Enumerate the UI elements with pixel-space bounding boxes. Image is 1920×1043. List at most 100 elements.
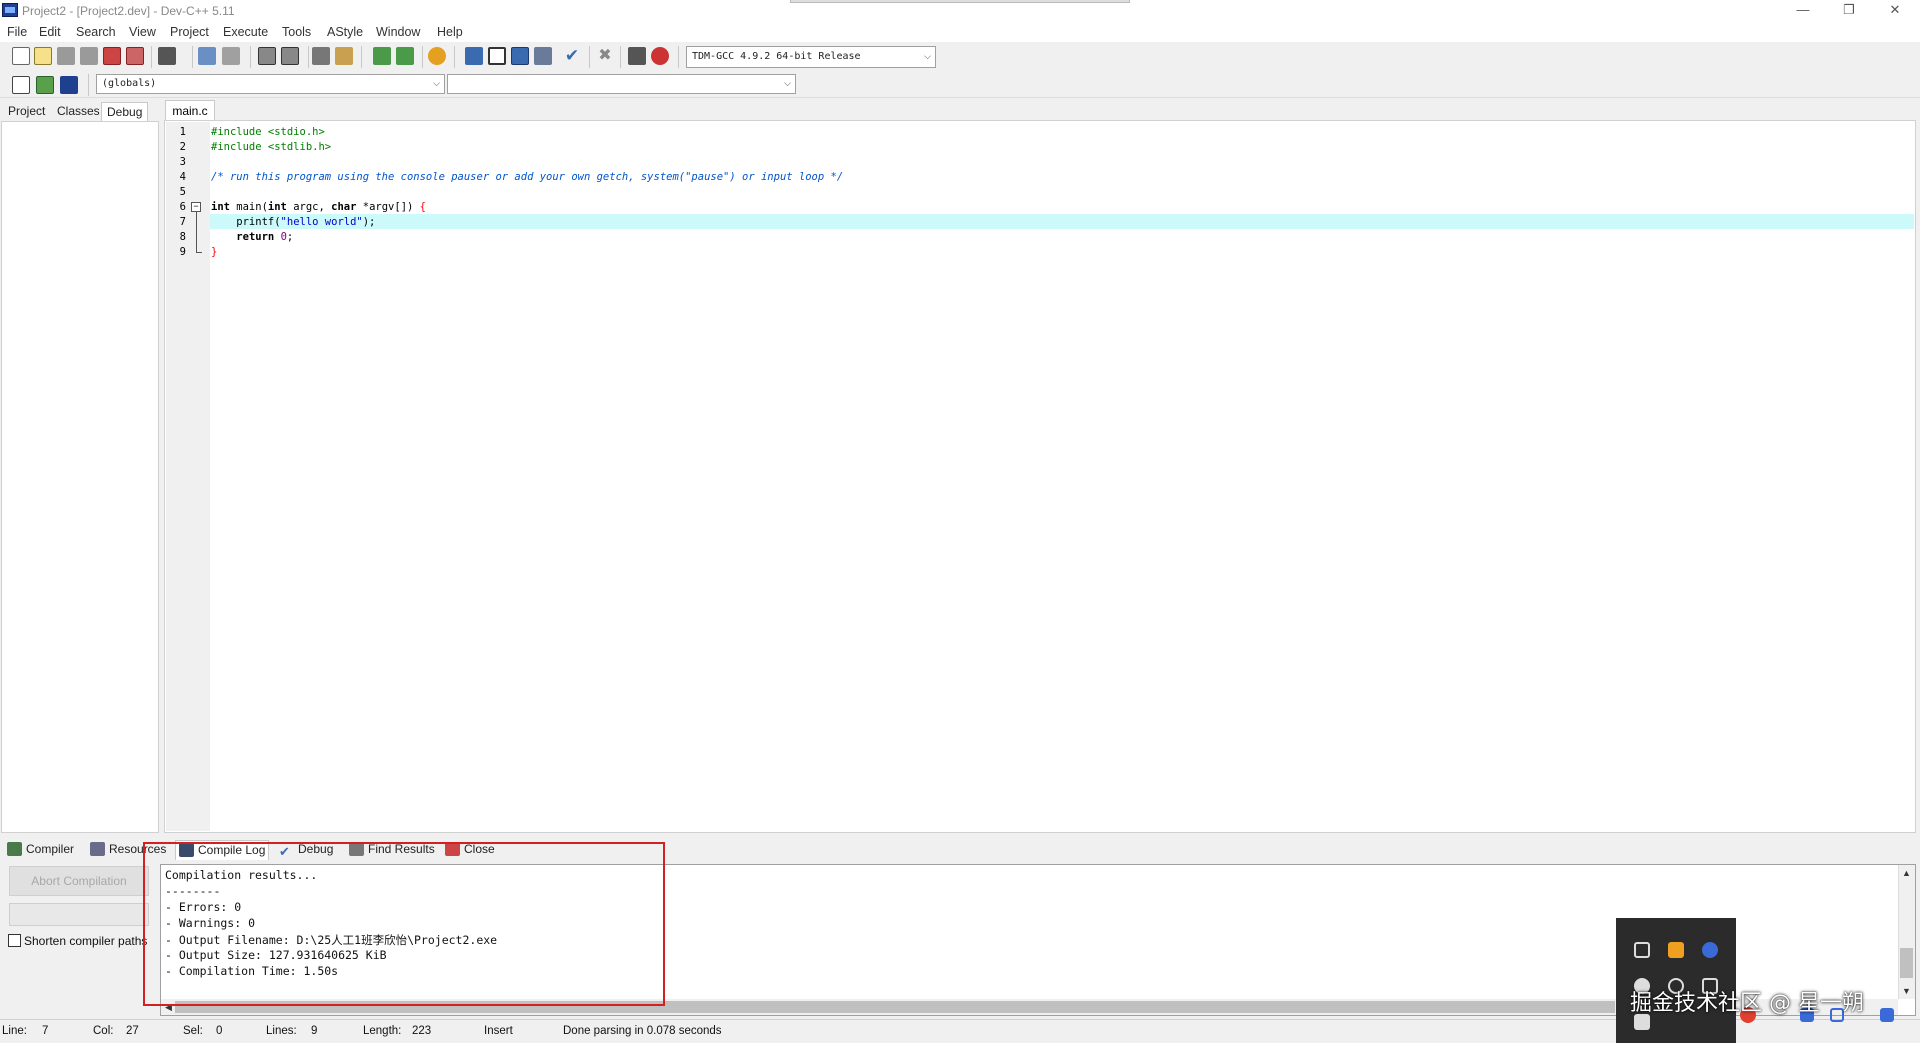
chevron-down-icon: ⌵ [784,79,791,89]
delete-profile-icon[interactable] [651,47,669,65]
close-all-icon[interactable] [126,47,144,65]
syntax-check-icon[interactable]: ✔ [563,47,581,65]
project-browser[interactable] [1,121,159,833]
code-line-9: } [211,246,218,258]
profile-analysis-icon[interactable] [628,47,646,65]
menu-view[interactable]: View [129,25,156,39]
line-number: 9 [179,246,186,258]
line-number: 3 [179,156,186,168]
app-tray-icon[interactable] [1668,942,1684,958]
find-icon[interactable] [258,47,276,65]
status-line-label: Line: [2,1025,27,1037]
status-length-label: Length: [363,1025,402,1037]
close-window-button[interactable]: ✕ [1872,0,1918,22]
restore-button[interactable]: ❐ [1826,0,1872,22]
menu-search[interactable]: Search [76,25,116,39]
line-gutter: 1 2 3 4 5 6 7 8 9 [166,122,210,831]
scope-select[interactable]: (globals) ⌵ [96,74,445,94]
status-col-value: 27 [126,1025,139,1037]
menu-astyle[interactable]: AStyle [327,25,363,39]
status-mode: Insert [484,1025,513,1037]
resources-icon [90,842,105,856]
scroll-down-icon[interactable]: ▼ [1902,986,1911,996]
compiler-select[interactable]: TDM-GCC 4.9.2 64-bit Release ⌵ [686,46,936,68]
insert-icon[interactable] [12,76,30,94]
redo-icon[interactable] [222,47,240,65]
menu-execute[interactable]: Execute [223,25,268,39]
status-lines-label: Lines: [266,1025,297,1037]
abort-compilation-button[interactable]: Abort Compilation [9,866,149,896]
status-length-value: 223 [412,1025,432,1037]
log-vertical-scroll-thumb[interactable] [1900,948,1913,978]
code-line-7: printf("hello world"); [211,216,376,228]
tab-compiler[interactable]: Compiler [7,840,74,860]
code-line-1: #include <stdio.h> [211,126,325,138]
code-line-2: #include <stdlib.h> [211,141,332,153]
run-icon[interactable] [488,47,506,65]
shorten-paths-label: Shorten compiler paths [24,934,148,948]
compile-icon[interactable] [465,47,483,65]
tray-overflow-popup [1616,918,1736,1043]
bookmarks-icon[interactable] [60,76,78,94]
indent-icon[interactable] [373,47,391,65]
goto-declaration-icon[interactable] [36,76,54,94]
compile-progress-bar [9,903,149,926]
grid-menu-icon[interactable] [1880,1008,1894,1022]
menu-help[interactable]: Help [437,25,463,39]
minimize-button[interactable]: — [1780,0,1826,22]
status-col-label: Col: [93,1025,114,1037]
stop-execution-icon[interactable]: ✖ [596,47,614,65]
open-file-icon[interactable] [34,47,52,65]
close-file-icon[interactable] [103,47,121,65]
menu-edit[interactable]: Edit [39,25,61,39]
line-number: 7 [179,216,186,228]
menu-tools[interactable]: Tools [282,25,311,39]
network-tray-icon[interactable] [1702,942,1718,958]
undo-icon[interactable] [198,47,216,65]
display-icon[interactable] [1634,942,1650,958]
member-select[interactable]: ⌵ [447,74,796,94]
tab-classes[interactable]: Classes [52,102,105,122]
scroll-up-icon[interactable]: ▲ [1902,868,1911,878]
line-number: 2 [179,141,186,153]
code-line-8: return 0; [236,231,294,243]
menu-file[interactable]: File [7,25,27,39]
goto-line-icon[interactable] [312,47,330,65]
status-message: Done parsing in 0.078 seconds [563,1025,722,1037]
left-panel-tabs: Project Classes Debug [0,100,160,122]
title-bar [0,0,1920,22]
log-vertical-scrollbar[interactable] [1898,865,1915,999]
tab-main-c[interactable]: main.c [165,100,215,121]
watermark-text: 掘金技术社区 @ 星一朔 [1630,991,1864,1016]
current-line-highlight [210,214,1914,229]
unindent-icon[interactable] [396,47,414,65]
chevron-down-icon: ⌵ [924,52,931,62]
status-sel-label: Sel: [183,1025,203,1037]
new-file-icon[interactable] [12,47,30,65]
save-all-icon[interactable] [80,47,98,65]
code-line-6: int main(int argc, char *argv[]) { [211,201,426,213]
fold-guide [196,212,197,252]
tab-project[interactable]: Project [3,102,50,122]
rebuild-all-icon[interactable] [534,47,552,65]
chevron-down-icon: ⌵ [433,79,440,89]
toggle-bookmark-icon[interactable] [335,47,353,65]
status-sel-value: 0 [216,1025,223,1037]
replace-icon[interactable] [281,47,299,65]
fold-minus-icon[interactable]: − [191,202,201,212]
menu-window[interactable]: Window [376,25,420,39]
status-line-value: 7 [42,1025,49,1037]
class-toolbar: (globals) ⌵ ⌵ [0,72,1920,98]
project-options-icon[interactable] [428,47,446,65]
line-number: 6 [179,201,186,213]
compile-run-icon[interactable] [511,47,529,65]
main-toolbar: ✔ ✖ TDM-GCC 4.9.2 64-bit Release ⌵ [0,42,1920,72]
save-icon[interactable] [57,47,75,65]
shorten-paths-checkbox[interactable] [8,934,21,947]
menu-project[interactable]: Project [170,25,209,39]
print-icon[interactable] [158,47,176,65]
line-number: 4 [179,171,186,183]
compiler-select-value: TDM-GCC 4.9.2 64-bit Release [692,51,861,62]
fold-guide-end [196,252,202,253]
tab-debug[interactable]: Debug [101,102,149,122]
